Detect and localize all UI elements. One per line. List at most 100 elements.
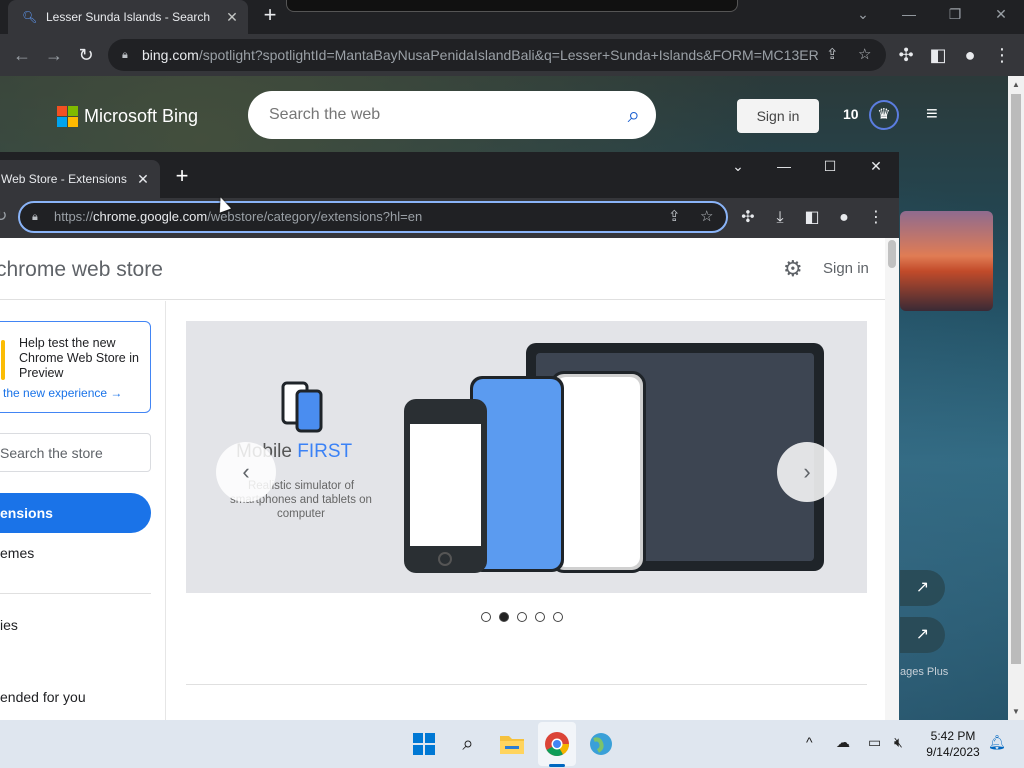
forward-arrow-icon[interactable]: → (41, 42, 67, 68)
bing-scrollbar[interactable]: ▲ ▼ (1008, 76, 1024, 720)
preview-promo-card: Help test the new Chrome Web Store in Pr… (0, 321, 151, 413)
share-icon[interactable]: ⇪ (668, 203, 681, 231)
search-icon[interactable]: ⌕ (628, 91, 640, 139)
onedrive-cloud-icon[interactable]: ☁ (836, 734, 850, 751)
carousel-prev-chevron-icon[interactable]: ‹ (216, 442, 276, 502)
notification-bell-icon[interactable]: 🔔︎ (988, 734, 1006, 751)
extensions-puzzle-icon[interactable]: ✣ (893, 42, 919, 68)
bing-sign-in-button[interactable]: Sign in (737, 99, 819, 133)
microsoft-logo-icon (57, 106, 78, 127)
tab-web-store[interactable]: Web Store - Extensions ✕ (0, 160, 160, 198)
windows-start-icon[interactable] (408, 728, 440, 760)
scrollbar-thumb[interactable] (1011, 94, 1021, 664)
download-icon[interactable]: ⤓ (768, 206, 792, 230)
nav-themes[interactable]: emes (0, 545, 34, 561)
close-tab-icon[interactable]: ✕ (222, 9, 242, 26)
phone-white-illustration (550, 371, 646, 573)
restore-button[interactable]: ❐ (932, 0, 978, 30)
slide-title-highlight: FIRST (297, 441, 353, 462)
webstore-tab-strip: Web Store - Extensions ✕ + ⌄ — ☐ ✕ (0, 152, 899, 198)
store-title[interactable]: chrome web store (0, 258, 163, 282)
phone-classic-illustration (404, 399, 487, 573)
volume-muted-icon[interactable]: 🔇︎ (894, 734, 903, 751)
bing-tab-strip: 🔍︎ Lesser Sunda Islands - Search ✕ + ⌄ —… (0, 0, 1024, 34)
share-icon[interactable]: ⇪ (826, 39, 839, 71)
close-tab-icon[interactable]: ✕ (132, 171, 154, 188)
address-bar[interactable]: 🔒︎ https://chrome.google.com/webstore/ca… (18, 201, 728, 233)
bing-search-placeholder: Search the web (269, 106, 381, 123)
scroll-up-icon[interactable]: ▲ (1012, 80, 1020, 89)
sidebar-divider (0, 593, 151, 594)
store-header: chrome web store ⚙ Sign in (0, 238, 885, 300)
close-window-button[interactable]: ✕ (853, 152, 899, 180)
store-sidebar: Help test the new Chrome Web Store in Pr… (0, 301, 166, 720)
bookmark-star-icon[interactable]: ☆ (700, 203, 713, 231)
show-hidden-icons-chevron-icon[interactable]: ^ (806, 734, 813, 750)
tab-bing-search[interactable]: 🔍︎ Lesser Sunda Islands - Search ✕ (8, 0, 248, 34)
store-search-input[interactable]: Search the store (0, 433, 151, 472)
bing-logo[interactable]: Microsoft Bing (57, 106, 198, 127)
tab-search-chevron-icon[interactable]: ⌄ (715, 152, 761, 180)
profile-icon[interactable]: ● (957, 42, 983, 68)
active-app-indicator (549, 764, 565, 767)
open-external-icon[interactable]: ↗ (900, 617, 945, 653)
close-window-button[interactable]: ✕ (978, 0, 1024, 30)
carousel-dot[interactable] (535, 612, 545, 622)
nav-category[interactable]: ies (0, 617, 18, 633)
menu-kebab-icon[interactable]: ⋮ (864, 206, 888, 230)
tab-search-chevron-icon[interactable]: ⌄ (840, 0, 886, 30)
carousel-dot[interactable] (481, 612, 491, 622)
webstore-browser-window: Web Store - Extensions ✕ + ⌄ — ☐ ✕ ↻ 🔒︎ … (0, 152, 899, 720)
url-path: /webstore/category/extensions?hl=en (207, 209, 423, 224)
bing-logo-text: Microsoft Bing (84, 106, 199, 126)
address-bar[interactable]: 🔒︎ bing.com/spotlight?spotlightId=MantaB… (108, 39, 886, 71)
rewards-points[interactable]: 10 (843, 106, 859, 122)
back-arrow-icon[interactable]: ← (9, 42, 35, 68)
nav-recommended[interactable]: ended for you (0, 689, 86, 705)
minimize-button[interactable]: — (886, 0, 932, 30)
new-tab-button[interactable]: + (258, 4, 282, 28)
content-divider (186, 684, 867, 685)
scrollbar-thumb[interactable] (888, 240, 896, 268)
profile-icon[interactable]: ● (832, 206, 856, 230)
file-explorer-icon[interactable] (496, 728, 528, 760)
side-panel-icon[interactable]: ◧ (800, 206, 824, 230)
side-panel-icon[interactable]: ◧ (925, 42, 951, 68)
taskbar-search-icon[interactable]: ⌕ (452, 728, 484, 760)
bookmark-star-icon[interactable]: ☆ (858, 39, 871, 71)
lock-icon: 🔒︎ (122, 49, 128, 61)
new-tab-button[interactable]: + (170, 164, 194, 188)
images-plus-label[interactable]: ages Plus (900, 666, 948, 678)
menu-kebab-icon[interactable]: ⋮ (989, 42, 1015, 68)
system-clock[interactable]: 5:42 PM 9/14/2023 (918, 728, 988, 760)
network-monitor-icon[interactable]: ▭ (868, 734, 881, 751)
carousel-dot-active[interactable] (499, 612, 509, 622)
open-external-icon[interactable]: ↗ (900, 570, 945, 606)
reload-icon[interactable]: ↻ (0, 206, 7, 226)
hamburger-menu-icon[interactable]: ≡ (926, 104, 946, 124)
bing-search-input[interactable]: Search the web ⌕ (248, 91, 656, 139)
carousel-dot[interactable] (553, 612, 563, 622)
carousel-dot[interactable] (517, 612, 527, 622)
store-sign-in-link[interactable]: Sign in (823, 260, 869, 277)
carousel-dots (481, 612, 563, 622)
minimize-button[interactable]: — (761, 152, 807, 180)
reload-icon[interactable]: ↻ (73, 42, 99, 68)
settings-gear-icon[interactable]: ⚙ (783, 256, 803, 282)
scroll-down-icon[interactable]: ▼ (1012, 707, 1020, 716)
extensions-puzzle-icon[interactable]: ✣ (736, 206, 760, 230)
tab-search-strip (286, 0, 738, 12)
nav-extensions[interactable]: ensions (0, 493, 151, 533)
weather-globe-icon[interactable] (585, 728, 617, 760)
featured-carousel[interactable]: Mobile FIRST Realistic simulator of smar… (186, 321, 867, 593)
rewards-medal-icon[interactable]: ♛ (869, 100, 899, 130)
tab-title: Web Store - Extensions (1, 172, 127, 186)
url-scheme: https:// (54, 209, 94, 224)
clock-time: 5:42 PM (930, 729, 976, 743)
chrome-icon[interactable] (541, 728, 573, 760)
try-new-experience-link[interactable]: the new experience → (3, 386, 122, 400)
sunset-thumbnail[interactable] (900, 211, 993, 311)
carousel-next-chevron-icon[interactable]: › (777, 442, 837, 502)
store-scrollbar[interactable] (885, 238, 899, 720)
maximize-button[interactable]: ☐ (807, 152, 853, 180)
